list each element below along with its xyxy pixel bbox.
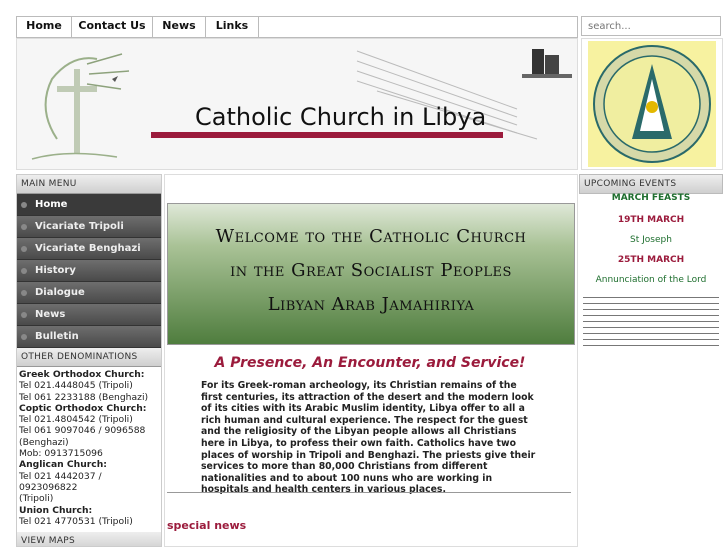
- denominations-list: Greek Orthodox Church: Tel 021.4448045 (T…: [17, 367, 161, 529]
- main-content: Welcome to the Catholic Church in the Gr…: [164, 174, 578, 547]
- bullet-icon: [21, 267, 27, 274]
- events-list: MARCH FEASTS 19TH MARCH St Joseph 25TH M…: [579, 193, 723, 285]
- menu-label: News: [35, 309, 66, 320]
- denomination-name: Union Church:: [19, 504, 93, 516]
- church-seal: [581, 38, 723, 170]
- menu-label: Dialogue: [35, 287, 85, 298]
- bullet-icon: [21, 311, 27, 318]
- rule-line: [583, 321, 719, 322]
- denomination-item: Anglican Church: Tel 021 4442037 / 092309…: [19, 459, 159, 504]
- upcoming-events-heading: UPCOMING EVENTS: [579, 174, 723, 194]
- menu-label: Home: [35, 199, 68, 210]
- denomination-item: Greek Orthodox Church: Tel 021.4448045 (T…: [19, 369, 159, 403]
- rule-line: [583, 327, 719, 328]
- event-rules: [579, 297, 723, 346]
- seal-icon: [588, 41, 716, 167]
- denomination-line: Tel 061 2233188 (Benghazi): [19, 391, 149, 403]
- nav-contact-us[interactable]: Contact Us: [72, 17, 153, 37]
- special-news-heading: special news: [167, 519, 247, 532]
- menu-label: Vicariate Tripoli: [35, 221, 124, 232]
- denomination-line: Mob: 0913715096: [19, 448, 103, 460]
- denomination-name: Greek Orthodox Church:: [19, 369, 145, 380]
- left-sidebar: MAIN MENU Home Vicariate Tripoli Vicaria…: [16, 174, 162, 547]
- denomination-item: Coptic Orthodox Church: Tel 021.4804542 (…: [19, 403, 159, 459]
- menu-item-vicariate-tripoli[interactable]: Vicariate Tripoli: [17, 216, 161, 238]
- denomination-name: Anglican Church:: [19, 459, 107, 471]
- rule-line: [583, 333, 719, 334]
- denomination-line: Tel 021.4804542 (Tripoli): [19, 414, 133, 426]
- nav-home[interactable]: Home: [17, 17, 72, 37]
- denomination-line: Tel 021.4448045 (Tripoli): [19, 380, 133, 392]
- menu-item-history[interactable]: History: [17, 260, 161, 282]
- event-date: 25TH MARCH: [617, 255, 685, 265]
- other-denominations-heading: OTHER DENOMINATIONS: [17, 348, 161, 367]
- denomination-line: (Benghazi): [19, 436, 69, 448]
- bullet-icon: [21, 333, 27, 340]
- event-title: St Joseph: [630, 235, 672, 245]
- events-month-heading: MARCH FEASTS: [611, 193, 691, 203]
- nav-news[interactable]: News: [153, 17, 206, 37]
- rule-line: [583, 303, 719, 304]
- rule-line: [583, 345, 719, 346]
- menu-item-bulletin[interactable]: Bulletin: [17, 326, 161, 348]
- bullet-icon: [21, 223, 27, 230]
- bullet-icon: [21, 201, 27, 208]
- menu-label: History: [35, 265, 76, 276]
- denomination-line: (Tripoli): [19, 493, 54, 505]
- welcome-line-1: Welcome to the Catholic Church: [215, 226, 527, 247]
- welcome-line-2: in the Great Socialist Peoples: [230, 260, 512, 281]
- divider: [167, 492, 571, 493]
- site-title: Catholic Church in Libya: [195, 103, 487, 131]
- top-nav: Home Contact Us News Links: [16, 16, 578, 38]
- denomination-line: Tel 021 4770531 (Tripoli): [19, 515, 133, 527]
- bullet-icon: [21, 245, 27, 252]
- title-underline: [151, 132, 503, 138]
- menu-item-dialogue[interactable]: Dialogue: [17, 282, 161, 304]
- main-menu-heading: MAIN MENU: [17, 175, 161, 194]
- intro-paragraph: For its Greek-roman archeology, its Chri…: [201, 380, 536, 496]
- denomination-line: Tel 061 9097046 / 9096588: [19, 425, 146, 437]
- rule-line: [583, 297, 719, 298]
- menu-item-home[interactable]: Home: [17, 194, 161, 216]
- tagline: A Presence, An Encounter, and Service!: [214, 355, 526, 371]
- bullet-icon: [21, 289, 27, 296]
- header-banner: Catholic Church in Libya: [16, 38, 578, 170]
- welcome-line-3: Libyan Arab Jamahiriya: [267, 294, 475, 315]
- right-sidebar: UPCOMING EVENTS MARCH FEASTS 19TH MARCH …: [579, 174, 723, 545]
- rule-line: [583, 315, 719, 316]
- menu-label: Bulletin: [35, 331, 79, 342]
- search-input[interactable]: [581, 16, 721, 36]
- menu-item-news[interactable]: News: [17, 304, 161, 326]
- rule-line: [583, 339, 719, 340]
- denomination-item: Union Church: Tel 021 4770531 (Tripoli): [19, 505, 159, 528]
- event-title: Annunciation of the Lord: [595, 275, 707, 285]
- rule-line: [583, 309, 719, 310]
- welcome-banner: Welcome to the Catholic Church in the Gr…: [167, 203, 575, 345]
- denomination-name: Coptic Orthodox Church:: [19, 402, 147, 414]
- denomination-line: Tel 021 4442037 / 0923096822: [19, 470, 102, 493]
- event-date: 19TH MARCH: [617, 215, 685, 225]
- menu-item-vicariate-benghazi[interactable]: Vicariate Benghazi: [17, 238, 161, 260]
- nav-links[interactable]: Links: [206, 17, 259, 37]
- menu-label: Vicariate Benghazi: [35, 243, 141, 254]
